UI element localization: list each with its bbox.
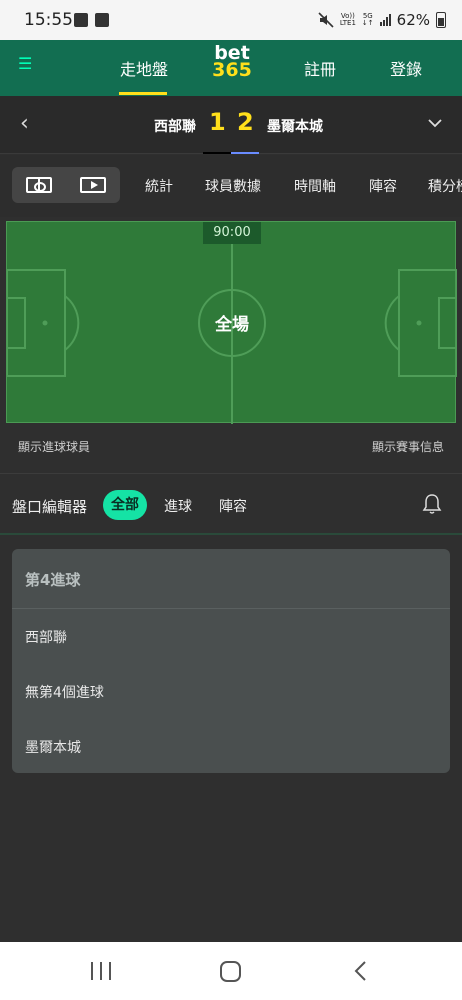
back-chevron-icon[interactable]: ‹ (20, 113, 36, 135)
nav-active-indicator (119, 92, 167, 95)
top-navigation: ☰ 走地盤 bet 365 註冊 登錄 (0, 40, 462, 96)
tab-standings[interactable]: 積分榜 (428, 176, 462, 196)
view-toggle (12, 167, 120, 203)
mute-icon (318, 12, 334, 28)
nav-register[interactable]: 註冊 (304, 56, 336, 80)
tab-timeline[interactable]: 時間軸 (294, 176, 336, 196)
home-team-name: 西部聯 (154, 119, 196, 135)
video-play-icon[interactable] (80, 177, 106, 193)
show-match-info-link[interactable]: 顯示賽事信息 (372, 438, 444, 455)
market-filter-bar: 盤口編輯器 全部 進球 陣容 (0, 475, 462, 535)
gallery-notification-icon (74, 13, 88, 27)
filter-goals[interactable]: 進球 (164, 496, 192, 516)
tab-stats[interactable]: 統計 (145, 176, 173, 196)
match-header: ‹ 西部聯 1 2 墨爾本城 (0, 96, 462, 154)
status-right: Vo)) LTE1 5G ↓↑ 62% (318, 11, 446, 29)
chevron-down-icon[interactable] (426, 114, 444, 132)
check-notification-icon (95, 13, 109, 27)
home-score: 1 (209, 108, 226, 136)
away-score: 2 (237, 108, 254, 136)
market-title: 第4進球 (25, 571, 81, 589)
signal-icon (379, 14, 391, 26)
market-header[interactable]: 第4進球 (12, 549, 450, 609)
match-tabs: 統計 球員數據 時間軸 陣容 積分榜 (0, 155, 462, 217)
bet365-logo[interactable]: bet 365 (209, 44, 255, 80)
recent-apps-icon[interactable] (91, 962, 111, 980)
market-card: 第4進球 西部聯 無第4個進球 墨爾本城 (12, 549, 450, 773)
show-scorers-link[interactable]: 顯示進球球員 (18, 438, 90, 455)
nav-in-play[interactable]: 走地盤 (120, 56, 168, 80)
pitch-options: 顯示進球球員 顯示賽事信息 (0, 424, 462, 474)
battery-percent: 62% (396, 11, 430, 29)
5g-indicator: 5G ↓↑ (361, 12, 374, 27)
bet-builder-label[interactable]: 盤口編輯器 (12, 496, 87, 517)
market-option-away[interactable]: 墨爾本城 (25, 737, 81, 757)
tab-player-stats[interactable]: 球員數據 (205, 176, 261, 196)
market-option-home[interactable]: 西部聯 (25, 627, 67, 647)
filter-all[interactable]: 全部 (103, 490, 147, 520)
home-color-bar (203, 152, 231, 154)
notification-icons (74, 13, 109, 27)
home-icon[interactable] (220, 961, 241, 982)
match-period-label: 全場 (215, 315, 249, 335)
market-option-no-goal[interactable]: 無第4個進球 (25, 682, 104, 702)
tab-lineups[interactable]: 陣容 (369, 176, 397, 196)
filter-lineups[interactable]: 陣容 (219, 496, 247, 516)
pitch-view-icon[interactable] (26, 177, 52, 193)
away-team-name: 墨爾本城 (267, 119, 323, 135)
menu-icon[interactable]: ☰ (18, 56, 32, 72)
status-bar: 15:55 Vo)) LTE1 5G ↓↑ 62% (0, 0, 462, 40)
back-icon[interactable] (352, 960, 370, 982)
volte-indicator: Vo)) LTE1 (339, 12, 356, 27)
battery-icon (436, 12, 446, 28)
match-clock: 90:00 (203, 222, 261, 244)
nav-login[interactable]: 登錄 (390, 56, 422, 80)
pitch-tracker: 90:00 全場 (6, 221, 457, 424)
status-time: 15:55 (24, 10, 73, 30)
away-color-bar (231, 152, 259, 154)
bell-icon[interactable] (422, 493, 442, 515)
system-navigation-bar (0, 942, 462, 1000)
